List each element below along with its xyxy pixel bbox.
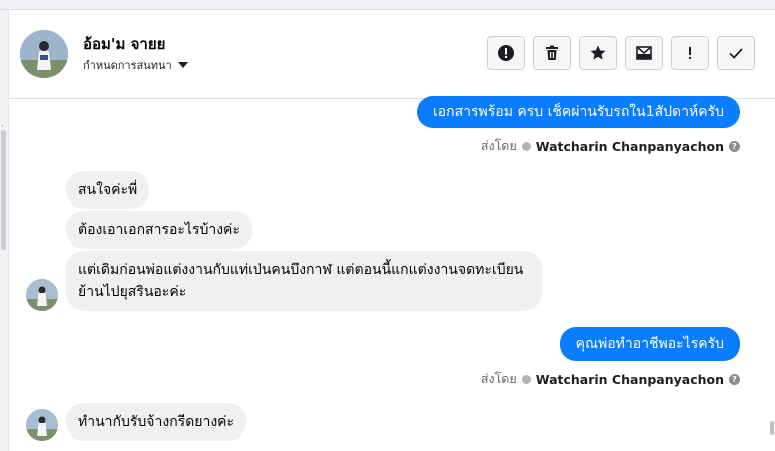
collapse-arrow-icon[interactable]: ‹ xyxy=(1,122,4,130)
contact-avatar[interactable] xyxy=(20,30,68,78)
star-icon xyxy=(590,45,606,60)
sent-by-label: ส่งโดย xyxy=(480,138,517,153)
thread-scrollbar-thumb[interactable] xyxy=(770,421,774,435)
left-panel-edge: ‹ xyxy=(0,10,9,451)
star-button[interactable] xyxy=(579,36,617,70)
header-toolbar xyxy=(487,36,755,70)
help-icon[interactable]: ? xyxy=(729,140,740,152)
message-incoming[interactable]: ทำนากับรับจ้างกรีดยางค่ะ xyxy=(66,403,247,441)
thread-scrollbar[interactable] xyxy=(767,99,775,451)
report-button[interactable] xyxy=(487,36,525,70)
contact-name[interactable]: อ้อม'ม จายย xyxy=(83,32,165,56)
conversation-settings[interactable]: กำหนดการสนทนา xyxy=(83,56,188,74)
report-icon xyxy=(498,45,514,61)
sent-by-line: ส่งโดย Watcharin Chanpanyachon ? xyxy=(481,369,740,389)
window-top-bar xyxy=(0,0,775,10)
conversation-header: อ้อม'ม จายย กำหนดการสนทนา xyxy=(9,10,775,99)
done-icon xyxy=(729,48,743,59)
delete-button[interactable] xyxy=(533,36,571,70)
sent-by-label: ส่งโดย xyxy=(480,371,517,386)
message-incoming[interactable]: แต่เดิมก่อนพ่อแต่งงานกับแท่เป่นคนบึงกาฬ … xyxy=(66,251,542,311)
left-scrollbar-thumb[interactable] xyxy=(1,130,6,250)
message-incoming[interactable]: สนใจค่ะพี่ xyxy=(66,171,150,209)
contact-avatar-small[interactable] xyxy=(26,409,58,441)
help-icon[interactable]: ? xyxy=(729,373,740,385)
sent-by-line: ส่งโดย Watcharin Chanpanyachon ? xyxy=(481,136,740,156)
sender-name[interactable]: Watcharin Chanpanyachon xyxy=(536,139,724,154)
contact-avatar-small[interactable] xyxy=(26,279,58,311)
sender-name[interactable]: Watcharin Chanpanyachon xyxy=(536,372,724,387)
message-outgoing[interactable]: เอกสารพร้อม ครบ เช็คผ่านรับรถใน1สัปดาห์ค… xyxy=(416,96,740,128)
message-outgoing[interactable]: คุณพ่อทำอาชีพอะไรครับ xyxy=(559,327,740,361)
message-thread: เอกสารพร้อม ครบ เช็คผ่านรับรถใน1สัปดาห์ค… xyxy=(9,96,767,451)
verified-icon xyxy=(521,374,531,384)
message-incoming[interactable]: ต้องเอาเอกสารอะไรบ้างค่ะ xyxy=(66,211,252,249)
conversation-settings-label: กำหนดการสนทนา xyxy=(83,59,172,72)
chevron-down-icon xyxy=(177,62,188,68)
mark-unread-button[interactable] xyxy=(625,36,663,70)
trash-icon xyxy=(546,45,558,60)
important-button[interactable] xyxy=(671,36,709,70)
done-button[interactable] xyxy=(717,36,755,70)
important-icon xyxy=(689,47,691,59)
mark-unread-icon xyxy=(636,46,652,60)
verified-icon xyxy=(521,141,531,151)
